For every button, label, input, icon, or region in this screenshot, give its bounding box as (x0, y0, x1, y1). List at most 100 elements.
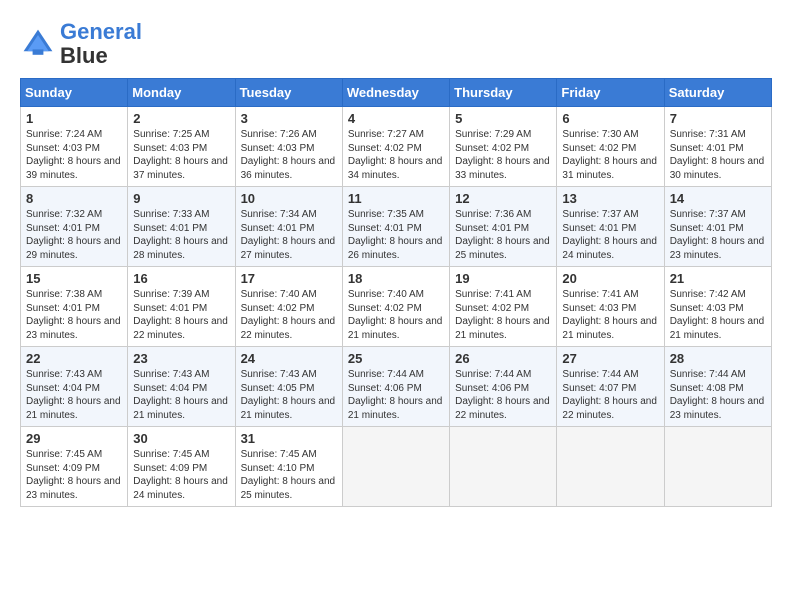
day-info: Sunrise: 7:29 AMSunset: 4:02 PMDaylight:… (455, 128, 551, 182)
day-number: 30 (133, 431, 229, 446)
day-info: Sunrise: 7:31 AMSunset: 4:01 PMDaylight:… (670, 128, 766, 182)
day-number: 12 (455, 191, 551, 206)
calendar-week-2: 8 Sunrise: 7:32 AMSunset: 4:01 PMDaylight… (21, 187, 772, 267)
day-info: Sunrise: 7:37 AMSunset: 4:01 PMDaylight:… (670, 208, 766, 262)
calendar-cell: 16 Sunrise: 7:39 AMSunset: 4:01 PMDayligh… (128, 267, 235, 347)
day-info: Sunrise: 7:44 AMSunset: 4:06 PMDaylight:… (348, 368, 444, 422)
calendar-cell: 25Sunrise: 7:44 AMSunset: 4:06 PMDayligh… (342, 347, 449, 427)
calendar-week-1: 1Sunrise: 7:24 AMSunset: 4:03 PMDaylight… (21, 107, 772, 187)
day-number: 17 (241, 271, 337, 286)
calendar-cell: 26 Sunrise: 7:44 AMSunset: 4:06 PMDayligh… (450, 347, 557, 427)
calendar-cell: 14 Sunrise: 7:37 AMSunset: 4:01 PMDayligh… (664, 187, 771, 267)
day-info: Sunrise: 7:34 AMSunset: 4:01 PMDaylight:… (241, 208, 337, 262)
day-info: Sunrise: 7:43 AMSunset: 4:04 PMDaylight:… (26, 368, 122, 422)
day-info: Sunrise: 7:26 AMSunset: 4:03 PMDaylight:… (241, 128, 337, 182)
calendar-cell: 5 Sunrise: 7:29 AMSunset: 4:02 PMDaylight… (450, 107, 557, 187)
calendar-cell: 18Sunrise: 7:40 AMSunset: 4:02 PMDayligh… (342, 267, 449, 347)
calendar-cell: 23Sunrise: 7:43 AMSunset: 4:04 PMDayligh… (128, 347, 235, 427)
day-info: Sunrise: 7:45 AMSunset: 4:09 PMDaylight:… (26, 448, 122, 502)
day-number: 23 (133, 351, 229, 366)
logo-icon (20, 26, 56, 62)
day-info: Sunrise: 7:24 AMSunset: 4:03 PMDaylight:… (26, 128, 122, 182)
logo: General Blue (20, 20, 142, 68)
calendar-cell (557, 427, 664, 507)
day-number: 26 (455, 351, 551, 366)
calendar-cell: 31 Sunrise: 7:45 AMSunset: 4:10 PMDayligh… (235, 427, 342, 507)
day-info: Sunrise: 7:44 AMSunset: 4:07 PMDaylight:… (562, 368, 658, 422)
day-number: 14 (670, 191, 766, 206)
day-info: Sunrise: 7:33 AMSunset: 4:01 PMDaylight:… (133, 208, 229, 262)
day-info: Sunrise: 7:32 AMSunset: 4:01 PMDaylight:… (26, 208, 122, 262)
header-saturday: Saturday (664, 79, 771, 107)
day-info: Sunrise: 7:41 AMSunset: 4:02 PMDaylight:… (455, 288, 551, 342)
day-info: Sunrise: 7:37 AMSunset: 4:01 PMDaylight:… (562, 208, 658, 262)
calendar-week-4: 22 Sunrise: 7:43 AMSunset: 4:04 PMDayligh… (21, 347, 772, 427)
day-number: 6 (562, 111, 658, 126)
day-number: 8 (26, 191, 122, 206)
calendar-cell (450, 427, 557, 507)
day-number: 20 (562, 271, 658, 286)
day-info: Sunrise: 7:40 AMSunset: 4:02 PMDaylight:… (348, 288, 444, 342)
day-number: 19 (455, 271, 551, 286)
day-info: Sunrise: 7:45 AMSunset: 4:09 PMDaylight:… (133, 448, 229, 502)
day-info: Sunrise: 7:25 AMSunset: 4:03 PMDaylight:… (133, 128, 229, 182)
calendar-cell: 10 Sunrise: 7:34 AMSunset: 4:01 PMDayligh… (235, 187, 342, 267)
header-thursday: Thursday (450, 79, 557, 107)
calendar-table: SundayMondayTuesdayWednesdayThursdayFrid… (20, 78, 772, 507)
day-number: 29 (26, 431, 122, 446)
calendar-cell: 15 Sunrise: 7:38 AMSunset: 4:01 PMDayligh… (21, 267, 128, 347)
day-number: 28 (670, 351, 766, 366)
calendar-cell: 4 Sunrise: 7:27 AMSunset: 4:02 PMDaylight… (342, 107, 449, 187)
day-info: Sunrise: 7:44 AMSunset: 4:06 PMDaylight:… (455, 368, 551, 422)
calendar-cell: 17 Sunrise: 7:40 AMSunset: 4:02 PMDayligh… (235, 267, 342, 347)
day-info: Sunrise: 7:30 AMSunset: 4:02 PMDaylight:… (562, 128, 658, 182)
header-tuesday: Tuesday (235, 79, 342, 107)
logo-text: General Blue (60, 20, 142, 68)
day-info: Sunrise: 7:38 AMSunset: 4:01 PMDaylight:… (26, 288, 122, 342)
day-info: Sunrise: 7:39 AMSunset: 4:01 PMDaylight:… (133, 288, 229, 342)
day-number: 9 (133, 191, 229, 206)
day-number: 22 (26, 351, 122, 366)
calendar-cell: 19 Sunrise: 7:41 AMSunset: 4:02 PMDayligh… (450, 267, 557, 347)
calendar-cell: 21Sunrise: 7:42 AMSunset: 4:03 PMDayligh… (664, 267, 771, 347)
calendar-cell: 27 Sunrise: 7:44 AMSunset: 4:07 PMDayligh… (557, 347, 664, 427)
calendar-cell: 8 Sunrise: 7:32 AMSunset: 4:01 PMDaylight… (21, 187, 128, 267)
day-number: 3 (241, 111, 337, 126)
day-number: 10 (241, 191, 337, 206)
day-number: 16 (133, 271, 229, 286)
calendar-cell: 12 Sunrise: 7:36 AMSunset: 4:01 PMDayligh… (450, 187, 557, 267)
day-number: 4 (348, 111, 444, 126)
day-info: Sunrise: 7:45 AMSunset: 4:10 PMDaylight:… (241, 448, 337, 502)
calendar-cell: 6 Sunrise: 7:30 AMSunset: 4:02 PMDaylight… (557, 107, 664, 187)
calendar-week-5: 29 Sunrise: 7:45 AMSunset: 4:09 PMDayligh… (21, 427, 772, 507)
calendar-header-row: SundayMondayTuesdayWednesdayThursdayFrid… (21, 79, 772, 107)
day-number: 27 (562, 351, 658, 366)
calendar-cell (664, 427, 771, 507)
calendar-cell: 22 Sunrise: 7:43 AMSunset: 4:04 PMDayligh… (21, 347, 128, 427)
day-number: 21 (670, 271, 766, 286)
calendar-cell: 24Sunrise: 7:43 AMSunset: 4:05 PMDayligh… (235, 347, 342, 427)
page-header: General Blue (20, 20, 772, 68)
day-info: Sunrise: 7:36 AMSunset: 4:01 PMDaylight:… (455, 208, 551, 262)
day-number: 13 (562, 191, 658, 206)
day-number: 15 (26, 271, 122, 286)
header-sunday: Sunday (21, 79, 128, 107)
day-info: Sunrise: 7:40 AMSunset: 4:02 PMDaylight:… (241, 288, 337, 342)
header-friday: Friday (557, 79, 664, 107)
header-wednesday: Wednesday (342, 79, 449, 107)
day-number: 5 (455, 111, 551, 126)
day-info: Sunrise: 7:43 AMSunset: 4:05 PMDaylight:… (241, 368, 337, 422)
calendar-cell: 7Sunrise: 7:31 AMSunset: 4:01 PMDaylight… (664, 107, 771, 187)
day-number: 2 (133, 111, 229, 126)
calendar-cell: 3 Sunrise: 7:26 AMSunset: 4:03 PMDaylight… (235, 107, 342, 187)
header-monday: Monday (128, 79, 235, 107)
calendar-week-3: 15 Sunrise: 7:38 AMSunset: 4:01 PMDayligh… (21, 267, 772, 347)
calendar-cell: 2 Sunrise: 7:25 AMSunset: 4:03 PMDaylight… (128, 107, 235, 187)
day-number: 11 (348, 191, 444, 206)
calendar-cell: 1Sunrise: 7:24 AMSunset: 4:03 PMDaylight… (21, 107, 128, 187)
day-info: Sunrise: 7:27 AMSunset: 4:02 PMDaylight:… (348, 128, 444, 182)
day-info: Sunrise: 7:35 AMSunset: 4:01 PMDaylight:… (348, 208, 444, 262)
day-info: Sunrise: 7:44 AMSunset: 4:08 PMDaylight:… (670, 368, 766, 422)
day-number: 31 (241, 431, 337, 446)
day-info: Sunrise: 7:41 AMSunset: 4:03 PMDaylight:… (562, 288, 658, 342)
